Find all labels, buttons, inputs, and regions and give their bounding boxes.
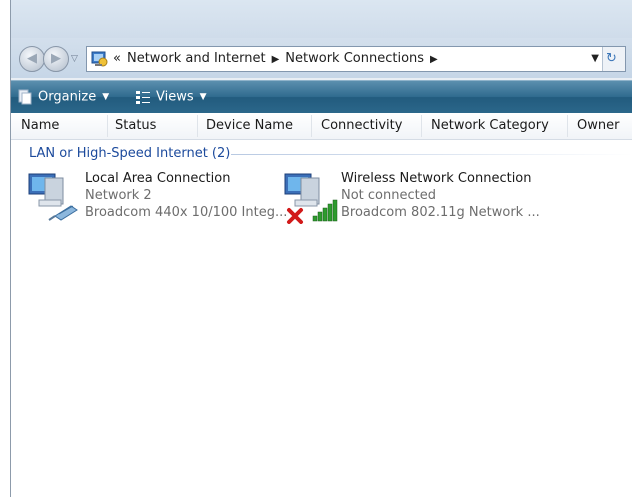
column-divider[interactable] [311, 115, 312, 137]
address-bar[interactable]: « Network and Internet ▶ Network Connection… [86, 46, 626, 72]
group-divider [231, 154, 632, 155]
organize-button[interactable]: Organize ▼ [17, 81, 109, 113]
column-header-status[interactable]: Status [115, 113, 156, 139]
organize-icon [18, 89, 32, 105]
breadcrumb-network-connections[interactable]: Network Connections [285, 51, 424, 66]
navigation-bar: ◀ ▶ ▽ « Network and Internet ▶ Network Conn… [11, 38, 632, 78]
organize-chevron-down-icon: ▼ [102, 92, 110, 102]
column-divider[interactable] [567, 115, 568, 137]
views-label: Views [156, 89, 194, 105]
column-header-name[interactable]: Name [21, 113, 59, 139]
column-headers: Name Status Device Name Connectivity Net… [11, 113, 632, 140]
refresh-button[interactable]: ↻ [602, 47, 625, 71]
back-button[interactable]: ◀ [19, 46, 45, 72]
error-x-icon [287, 208, 303, 224]
title-bar [11, 0, 632, 38]
network-computer-icon [28, 173, 78, 221]
column-divider[interactable] [197, 115, 198, 137]
connection-device: Broadcom 440x 10/100 Integ... [85, 205, 288, 220]
forward-icon: ▶ [51, 51, 61, 66]
column-divider[interactable] [107, 115, 108, 137]
breadcrumb-overflow[interactable]: « [113, 51, 121, 66]
command-toolbar: Organize ▼ Views ▼ [11, 80, 632, 113]
list-item-wireless-network-connection[interactable]: Wireless Network Connection Not connecte… [281, 170, 581, 230]
breadcrumb: « Network and Internet ▶ Network Connection… [113, 47, 444, 71]
breadcrumb-separator[interactable]: ▶ [430, 54, 438, 65]
control-panel-icon [91, 51, 108, 67]
views-icon [136, 91, 150, 104]
ethernet-cable-icon [48, 205, 78, 221]
address-dropdown[interactable]: ▼ [591, 47, 599, 71]
forward-button[interactable]: ▶ [43, 46, 69, 72]
back-icon: ◀ [27, 51, 37, 66]
connection-details: Local Area Connection Network 2 Broadcom… [85, 170, 287, 221]
connection-name: Wireless Network Connection [341, 171, 532, 186]
connection-status: Not connected [341, 188, 436, 203]
connection-device: Broadcom 802.11g Network ... [341, 205, 540, 220]
connection-name: Local Area Connection [85, 171, 231, 186]
refresh-icon: ↻ [606, 51, 617, 66]
connection-details: Wireless Network Connection Not connecte… [341, 170, 540, 221]
organize-label: Organize [38, 89, 97, 105]
views-chevron-down-icon: ▼ [199, 92, 207, 102]
network-computer-icon [284, 173, 338, 224]
connection-status: Network 2 [85, 188, 152, 203]
column-header-device-name[interactable]: Device Name [206, 113, 293, 139]
views-button[interactable]: Views ▼ [135, 81, 207, 113]
column-header-connectivity[interactable]: Connectivity [321, 113, 402, 139]
explorer-window: ◀ ▶ ▽ « Network and Internet ▶ Network Conn… [10, 0, 632, 497]
group-header[interactable]: LAN or High-Speed Internet (2) [29, 146, 230, 161]
breadcrumb-network-and-internet[interactable]: Network and Internet [127, 51, 266, 66]
column-header-owner[interactable]: Owner [577, 113, 619, 139]
breadcrumb-separator[interactable]: ▶ [272, 54, 280, 65]
column-header-network-category[interactable]: Network Category [431, 113, 549, 139]
list-item-local-area-connection[interactable]: Local Area Connection Network 2 Broadcom… [25, 170, 287, 230]
recent-pages-dropdown[interactable]: ▽ [71, 54, 78, 64]
column-divider[interactable] [421, 115, 422, 137]
file-list[interactable]: LAN or High-Speed Internet (2) Local Are… [11, 140, 632, 497]
